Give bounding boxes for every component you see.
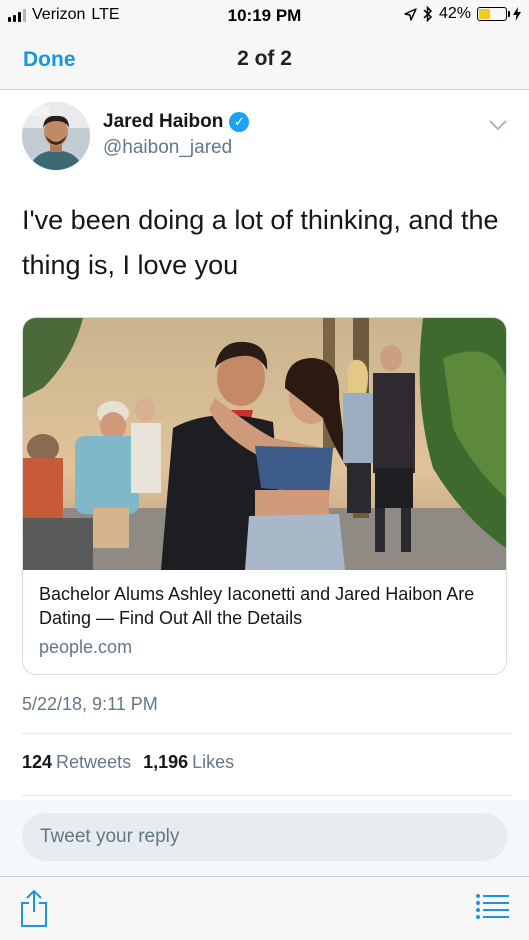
nav-bar: Done 2 of 2	[0, 34, 529, 90]
tweet-stats: 124 Retweets 1,196 Likes	[22, 752, 234, 773]
location-icon	[404, 7, 417, 21]
status-right: 42%	[404, 5, 521, 23]
list-icon[interactable]	[475, 892, 509, 920]
verified-badge-icon: ✓	[229, 112, 250, 132]
card-photo	[23, 318, 506, 570]
likes-stat[interactable]: 1,196 Likes	[143, 752, 234, 773]
reply-placeholder: Tweet your reply	[40, 826, 180, 847]
battery-percent: 42%	[438, 5, 471, 22]
likes-count: 1,196	[143, 752, 189, 772]
retweets-count: 124	[22, 752, 53, 772]
author-handle[interactable]: @haibon_jared	[103, 137, 232, 159]
share-icon[interactable]	[18, 888, 50, 928]
retweets-stat[interactable]: 124 Retweets	[22, 752, 131, 773]
likes-label: Likes	[192, 752, 235, 772]
nav-title: 2 of 2	[237, 47, 292, 70]
divider	[22, 733, 512, 734]
tweet-text: I've been doing a lot of thinking, and t…	[22, 205, 499, 280]
retweets-label: Retweets	[56, 752, 132, 772]
status-bar: Verizon LTE 10:19 PM 42%	[0, 0, 529, 34]
card-title: Bachelor Alums Ashley Iaconetti and Jare…	[39, 584, 475, 628]
charging-icon	[513, 7, 521, 21]
bluetooth-icon	[423, 6, 433, 22]
battery-fill	[479, 9, 490, 19]
link-card[interactable]: Bachelor Alums Ashley Iaconetti and Jare…	[22, 317, 507, 675]
author-name[interactable]: Jared Haibon ✓	[103, 111, 250, 133]
card-domain: people.com	[39, 637, 133, 657]
battery-icon	[477, 7, 510, 21]
tweet-timestamp: 5/22/18, 9:11 PM	[22, 694, 158, 714]
avatar[interactable]	[22, 102, 90, 170]
divider	[22, 795, 512, 796]
bottom-toolbar	[0, 876, 529, 940]
chevron-down-icon[interactable]	[488, 118, 508, 132]
author-name-text: Jared Haibon	[103, 111, 224, 132]
